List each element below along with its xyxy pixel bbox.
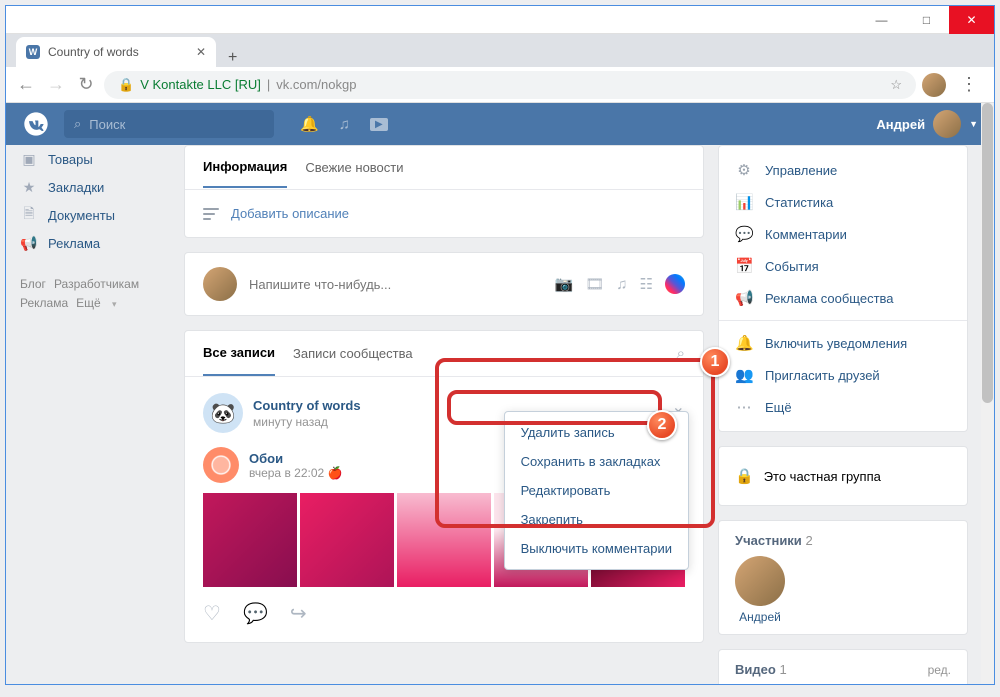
- footer-blog-link[interactable]: Блог: [20, 277, 46, 291]
- tab-info[interactable]: Информация: [203, 147, 287, 188]
- music-note-icon[interactable]: ♫: [616, 276, 627, 293]
- goods-icon: ▣: [20, 151, 38, 168]
- url-path: vk.com/nokgp: [276, 77, 356, 92]
- add-description-link[interactable]: Добавить описание: [185, 190, 703, 237]
- wall-tab-all[interactable]: Все записи: [203, 331, 275, 376]
- browser-profile-avatar[interactable]: [922, 73, 946, 97]
- annotation-2: 2: [647, 410, 677, 440]
- window-close-button[interactable]: ✕: [949, 6, 994, 34]
- invite-icon: 👥: [735, 366, 753, 384]
- new-tab-button[interactable]: +: [216, 49, 249, 67]
- nav-reload-button[interactable]: ↻: [74, 74, 98, 95]
- share-icon[interactable]: ↪: [290, 601, 307, 626]
- star-icon: ★: [20, 179, 38, 196]
- video-play-icon[interactable]: ▶: [370, 118, 388, 131]
- text-lines-icon: [203, 208, 219, 220]
- footer-dev-link[interactable]: Разработчикам: [54, 277, 139, 291]
- bell-icon: 🔔: [735, 334, 753, 352]
- member-item[interactable]: Андрей: [735, 556, 785, 624]
- annotation-1: 1: [700, 347, 730, 377]
- url-secure: V Kontakte LLC [RU]: [140, 77, 261, 92]
- repost-time: вчера в 22:02 🍎: [249, 466, 342, 480]
- comment-icon: 💬: [735, 225, 753, 243]
- stats-icon: 📊: [735, 193, 753, 211]
- right-more[interactable]: ⋯Ещё: [719, 391, 967, 423]
- sidebar-item-ads[interactable]: 📢Реклама: [20, 229, 170, 257]
- right-invite-friends[interactable]: 👥Пригласить друзей: [719, 359, 967, 391]
- megaphone-icon: 📢: [735, 289, 753, 307]
- composer-avatar: [203, 267, 237, 301]
- browser-menu-icon[interactable]: ⋮: [952, 74, 986, 95]
- menu-pin-post[interactable]: Закрепить: [505, 505, 688, 534]
- music-icon[interactable]: ♫: [339, 116, 350, 133]
- lock-icon: 🔒: [118, 77, 134, 93]
- sidebar-item-goods[interactable]: ▣Товары: [20, 145, 170, 173]
- vk-logo-icon[interactable]: [22, 110, 50, 138]
- user-avatar: [933, 110, 961, 138]
- right-manage[interactable]: ⚙Управление: [719, 154, 967, 186]
- search-placeholder: Поиск: [89, 117, 125, 132]
- window-minimize-button[interactable]: —: [859, 6, 904, 34]
- nav-forward-button[interactable]: →: [44, 74, 68, 95]
- address-bar[interactable]: 🔒 V Kontakte LLC [RU] | vk.com/nokgp ☆: [104, 71, 916, 99]
- right-enable-notifications[interactable]: 🔔Включить уведомления: [719, 327, 967, 359]
- menu-save-bookmark[interactable]: Сохранить в закладках: [505, 447, 688, 476]
- repost-author-name[interactable]: Обои: [249, 451, 342, 466]
- repost-author-avatar[interactable]: [203, 447, 239, 483]
- search-icon: ⌕: [74, 116, 81, 132]
- composer-input[interactable]: [249, 277, 543, 292]
- tab-title: Country of words: [48, 45, 139, 59]
- more-attach-icon[interactable]: ☷: [640, 275, 653, 293]
- sidebar-footer: БлогРазработчикам РекламаЕщё ▾: [20, 275, 170, 313]
- members-title[interactable]: Участники: [735, 533, 802, 548]
- search-input[interactable]: ⌕ Поиск: [64, 110, 274, 138]
- document-icon: 🗎: [20, 203, 38, 227]
- post-author-avatar[interactable]: 🐼: [203, 393, 243, 433]
- right-comments[interactable]: 💬Комментарии: [719, 218, 967, 250]
- sidebar-item-documents[interactable]: 🗎Документы: [20, 201, 170, 229]
- members-count: 2: [805, 533, 812, 548]
- megaphone-icon: 📢: [20, 235, 38, 252]
- gear-icon: ⚙: [735, 161, 753, 179]
- tab-news[interactable]: Свежие новости: [305, 148, 403, 187]
- member-avatar: [735, 556, 785, 606]
- wall-tab-community[interactable]: Записи сообщества: [293, 332, 413, 375]
- footer-more-link[interactable]: Ещё: [76, 296, 101, 310]
- theme-icon[interactable]: [665, 274, 685, 294]
- username: Андрей: [876, 117, 925, 132]
- menu-disable-comments[interactable]: Выключить комментарии: [505, 534, 688, 563]
- nav-back-button[interactable]: ←: [14, 74, 38, 95]
- right-community-ads[interactable]: 📢Реклама сообщества: [719, 282, 967, 314]
- camera-icon[interactable]: 📷: [555, 275, 574, 293]
- videos-title[interactable]: Видео: [735, 662, 776, 677]
- comment-icon[interactable]: 💬: [243, 601, 268, 626]
- star-icon[interactable]: ☆: [890, 77, 902, 93]
- browser-tab[interactable]: W Country of words ✕: [16, 37, 216, 67]
- favicon-icon: W: [26, 45, 40, 59]
- video-icon[interactable]: 🎞: [585, 275, 604, 293]
- window-maximize-button[interactable]: □: [904, 6, 949, 34]
- videos-edit-link[interactable]: ред.: [928, 663, 951, 677]
- notifications-icon[interactable]: 🔔: [300, 115, 319, 133]
- private-group-label: 🔒Это частная группа: [719, 455, 967, 497]
- add-description-label: Добавить описание: [231, 206, 349, 221]
- chevron-down-icon: ▼: [969, 119, 978, 129]
- post-author-name[interactable]: Country of words: [253, 398, 361, 413]
- videos-count: 1: [779, 662, 786, 677]
- lock-icon: 🔒: [735, 467, 754, 485]
- tab-close-icon[interactable]: ✕: [196, 45, 206, 59]
- right-events[interactable]: 📅События: [719, 250, 967, 282]
- right-stats[interactable]: 📊Статистика: [719, 186, 967, 218]
- page-scrollbar[interactable]: [981, 103, 994, 684]
- wall-search-icon[interactable]: ⌕: [677, 345, 685, 362]
- post-time: минуту назад: [253, 415, 361, 429]
- more-icon: ⋯: [735, 398, 753, 416]
- calendar-icon: 📅: [735, 257, 753, 275]
- menu-edit-post[interactable]: Редактировать: [505, 476, 688, 505]
- sidebar-item-bookmarks[interactable]: ★Закладки: [20, 173, 170, 201]
- like-icon[interactable]: ♡: [203, 601, 221, 626]
- footer-ads-link[interactable]: Реклама: [20, 296, 68, 310]
- member-name: Андрей: [735, 610, 785, 624]
- user-menu[interactable]: Андрей ▼: [876, 110, 978, 138]
